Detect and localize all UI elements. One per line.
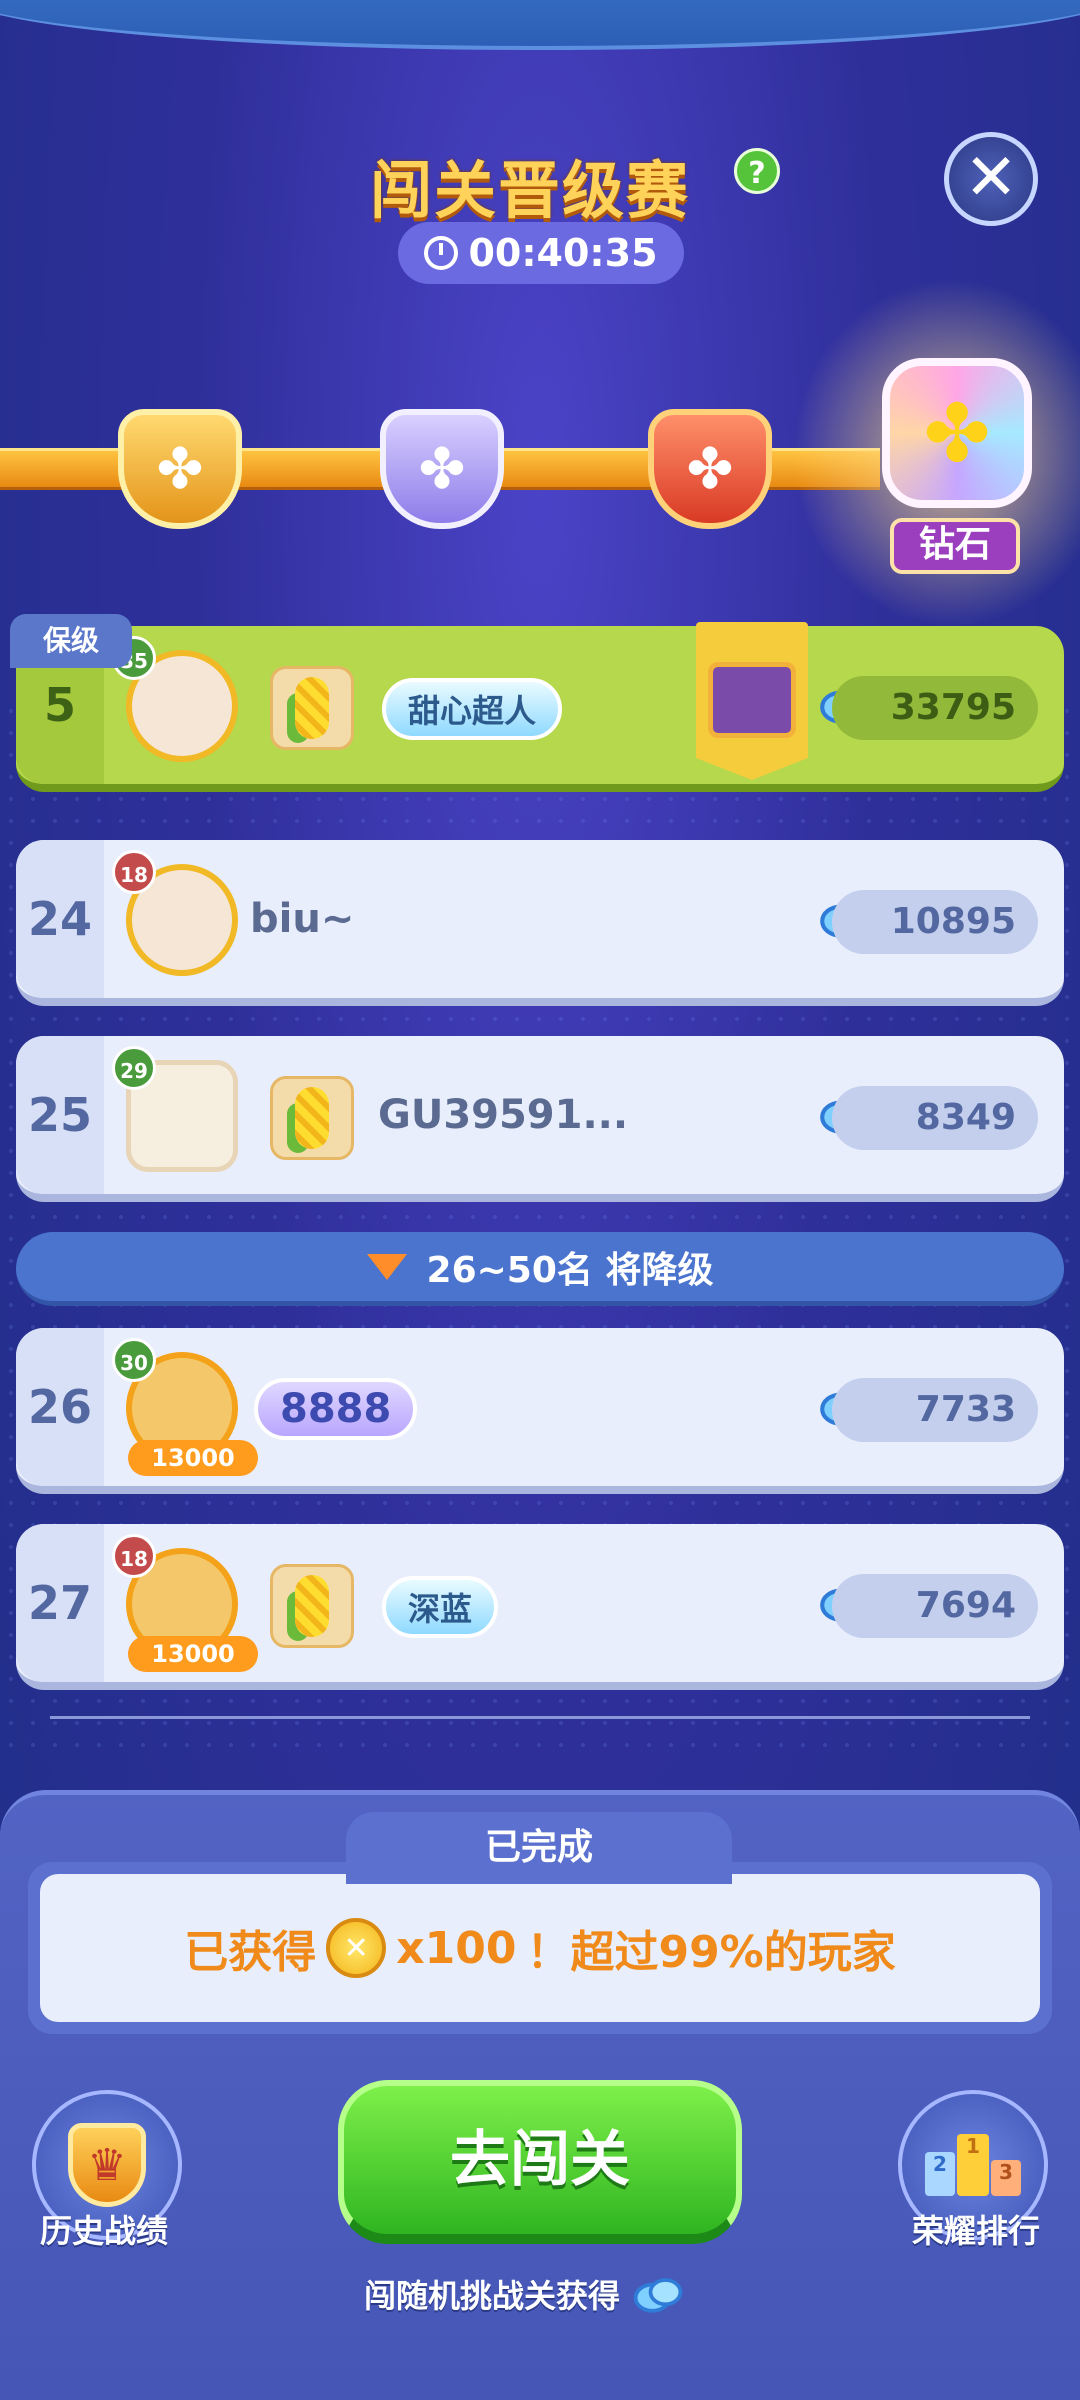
completion-message: 已获得 ✕ x100 ！超过99%的玩家 [40,1874,1040,2022]
tier-badge-diamond[interactable]: ✤ 钻石 [792,278,1080,628]
clock-icon [424,236,459,270]
demotion-banner: 26~50名 将降级 [16,1232,1064,1306]
reward-hint: 闯随机挑战关获得 [364,2266,686,2322]
player-name: GU39591... [378,1092,629,1138]
score-value: 7733 [832,1378,1038,1442]
leaderboard-row-self[interactable]: 5 35 甜心超人 33795 [16,622,1064,792]
leaderboard-row[interactable]: 24 18 biu~ 10895 [16,840,1064,1006]
leaderboard-row[interactable]: 27 18 13000 深蓝 7694 [16,1524,1064,1690]
player-name-tag: 深蓝 [382,1576,499,1638]
level-badge: 29 [112,1046,156,1090]
corn-icon [270,1076,354,1160]
leaderboard-row[interactable]: 26 30 13000 8888 7733 [16,1328,1064,1494]
completion-box: 已获得 ✕ x100 ！超过99%的玩家 [28,1862,1052,2034]
protect-tag: 保级 [10,614,132,668]
score-value: 7694 [832,1574,1038,1638]
list-divider [50,1716,1030,1719]
completion-amount: x100 [396,1922,517,1974]
ranking-label[interactable]: 荣耀排行 [912,2206,1040,2252]
rank-number: 24 [27,892,92,946]
level-badge: 30 [112,1338,156,1382]
completion-prefix: 已获得 [184,1927,317,1978]
completion-tab: 已完成 [346,1812,732,1884]
clover-icon: ✤ [882,358,1032,508]
page-title: 闯关晋级赛 [370,154,691,227]
frame-label: 13000 [128,1440,258,1476]
leaderboard-row[interactable]: 25 29 GU39591... 8349 [16,1036,1064,1202]
clover-icon: ✤ [118,409,242,529]
gem-icon [630,2266,686,2322]
demotion-text: 26~50名 将降级 [426,1249,714,1291]
frame-label: 13000 [128,1636,258,1672]
score-value: 10895 [832,890,1038,954]
rank-number: 25 [27,1088,92,1142]
down-arrow-icon [366,1253,407,1280]
go-challenge-button[interactable]: 去闯关 [338,2080,742,2244]
tier-badge-gold[interactable]: ✤ [110,404,250,534]
score-value: 8349 [832,1086,1038,1150]
level-badge: 18 [112,1534,156,1578]
tier-name-label: 钻石 [890,518,1020,574]
coin-icon: ✕ [326,1918,387,1978]
rank-number: 26 [27,1380,92,1434]
history-label[interactable]: 历史战绩 [40,2206,168,2252]
close-button[interactable]: ✕ [944,132,1038,226]
player-name-tag: 8888 [254,1378,418,1440]
tier-badge-platinum[interactable]: ✤ [372,404,512,534]
podium-icon: 2 1 3 [925,2134,1021,2196]
player-name-tag: 甜心超人 [382,678,563,740]
treasure-chest-icon[interactable] [696,622,808,780]
clover-icon: ✤ [648,409,772,529]
countdown-timer: 00:40:35 [398,222,684,284]
player-name: biu~ [250,896,355,942]
timer-text: 00:40:35 [468,231,658,275]
corn-icon [270,666,354,750]
level-badge: 18 [112,850,156,894]
clover-icon: ✤ [380,409,504,529]
corn-icon [270,1564,354,1648]
trophy-icon: ♛ [68,2123,146,2207]
score-value: 33795 [832,676,1038,740]
completion-suffix: ！超过99%的玩家 [526,1927,896,1978]
hint-text: 闯随机挑战关获得 [364,2277,621,2315]
help-icon[interactable]: ? [734,148,780,194]
rank-number: 27 [27,1576,92,1630]
tier-badge-ruby[interactable]: ✤ [640,404,780,534]
